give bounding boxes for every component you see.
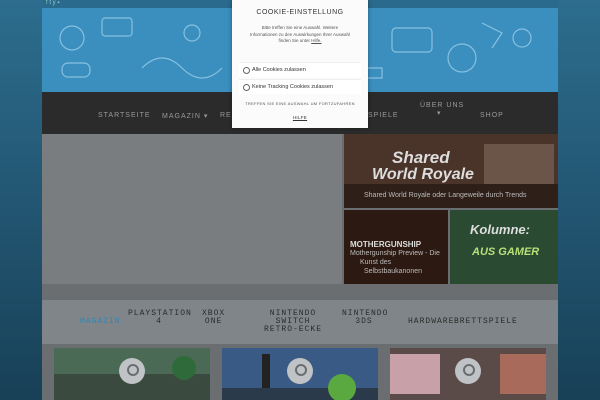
gamescom-badge-icon: [119, 358, 145, 384]
article-tile-mothergunship[interactable]: MOTHERGUNSHIP Mothergunship Preview - Di…: [344, 210, 448, 284]
description-line: finden Sie unter: [278, 38, 310, 43]
article-thumbnails: [42, 348, 558, 400]
thumbnail-2[interactable]: [222, 348, 378, 400]
category-xbox-one[interactable]: XBOX ONE: [202, 310, 225, 326]
tile1-sub-2: Kunst des: [360, 259, 392, 266]
cookie-help-link[interactable]: HILFE: [232, 115, 368, 120]
article-tile-kolumne[interactable]: Kolumne: AUS GAMER: [450, 210, 558, 284]
gamescom-badge-icon: [287, 358, 313, 384]
chevron-down-icon: ▾: [437, 110, 442, 117]
nav-shop[interactable]: SHOP: [480, 112, 504, 119]
option-label: Keine Tracking Cookies zulassen: [252, 84, 334, 90]
category-label: 3DS: [355, 317, 373, 326]
cookie-dialog-description: Bitte treffen Sie eine Auswahl. Weitere …: [240, 25, 360, 45]
left-background: [0, 0, 42, 400]
hero-title-1: Shared: [392, 148, 450, 167]
tile2-title-1: Kolumne:: [470, 222, 530, 237]
category-brettspiele[interactable]: BRETTSPIELE: [454, 318, 518, 326]
tile1-title: MOTHERGUNSHIP: [350, 240, 422, 249]
category-label: RETRO-ECKE: [263, 325, 322, 334]
right-background: [558, 0, 600, 400]
radio-icon[interactable]: [243, 84, 250, 91]
nav-partial-item[interactable]: RE: [220, 112, 232, 119]
option-no-tracking-cookies[interactable]: Keine Tracking Cookies zulassen: [239, 79, 361, 94]
nav-ueber-uns-label: ÜBER UNS: [420, 102, 465, 109]
category-nintendo-3ds[interactable]: NINTENDO 3DS: [342, 310, 387, 326]
ad-placeholder: [42, 134, 342, 284]
nav-spiele[interactable]: SPIELE: [368, 112, 399, 119]
hero-title-2: World Royale: [372, 166, 474, 183]
category-label: ONE: [204, 317, 223, 326]
option-label: Alle Cookies zulassen: [252, 67, 306, 73]
category-hardware[interactable]: HARDWARE: [408, 318, 454, 326]
nav-magazin[interactable]: MAGAZIN ▾: [162, 112, 208, 120]
tile1-sub-3: Selbstbaukanonen: [364, 268, 422, 275]
hero-subtitle: Shared World Royale oder Langeweile durc…: [364, 192, 527, 199]
tile1-sub-1: Mothergunship Preview - Die: [350, 250, 440, 257]
category-magazin[interactable]: MAGAZIN: [80, 318, 121, 326]
nav-magazin-label: MAGAZIN: [162, 113, 201, 120]
description-line: Bitte treffen Sie eine Auswahl. Weitere: [261, 25, 339, 30]
nav-startseite[interactable]: STARTSEITE: [98, 112, 151, 119]
cookie-consent-dialog: COOKIE-EINSTELLUNG Bitte treffen Sie ein…: [232, 0, 368, 128]
radio-icon[interactable]: [243, 67, 250, 74]
category-label: HARDWARE: [408, 317, 455, 326]
category-playstation-4[interactable]: PLAYSTATION 4: [128, 310, 191, 326]
social-icons[interactable]: f t y ▪: [46, 0, 59, 6]
nav-ueber-uns[interactable]: ÜBER UNS ▾: [420, 102, 464, 117]
option-all-cookies[interactable]: Alle Cookies zulassen: [239, 62, 361, 77]
gamescom-badge-icon: [455, 358, 481, 384]
thumbnail-1[interactable]: [54, 348, 210, 400]
thumbnail-3[interactable]: [390, 348, 546, 400]
hero-article[interactable]: Shared World Royale Shared World Royale …: [344, 134, 558, 208]
chevron-down-icon: ▾: [203, 113, 209, 120]
cookie-dialog-title: COOKIE-EINSTELLUNG: [256, 9, 344, 16]
cookie-dialog-note: TREFFEN SIE EINE AUSWAHL UM FORTZUFAHREN: [245, 101, 355, 106]
category-nintendo-switch[interactable]: NINTENDO SWITCH RETRO-ECKE: [260, 310, 326, 334]
description-line: Informationen zu den Auswirkungen Ihrer …: [249, 31, 351, 37]
category-label: MAGAZIN: [80, 317, 121, 326]
category-label: BRETTSPIELE: [454, 317, 518, 326]
category-bar: MAGAZIN PLAYSTATION 4 XBOX ONE NINTENDO SWI…: [42, 300, 558, 344]
tile2-title-2: AUS GAMER: [472, 246, 540, 258]
category-label: 4: [156, 317, 162, 326]
help-link[interactable]: Hilfe.: [311, 38, 321, 43]
